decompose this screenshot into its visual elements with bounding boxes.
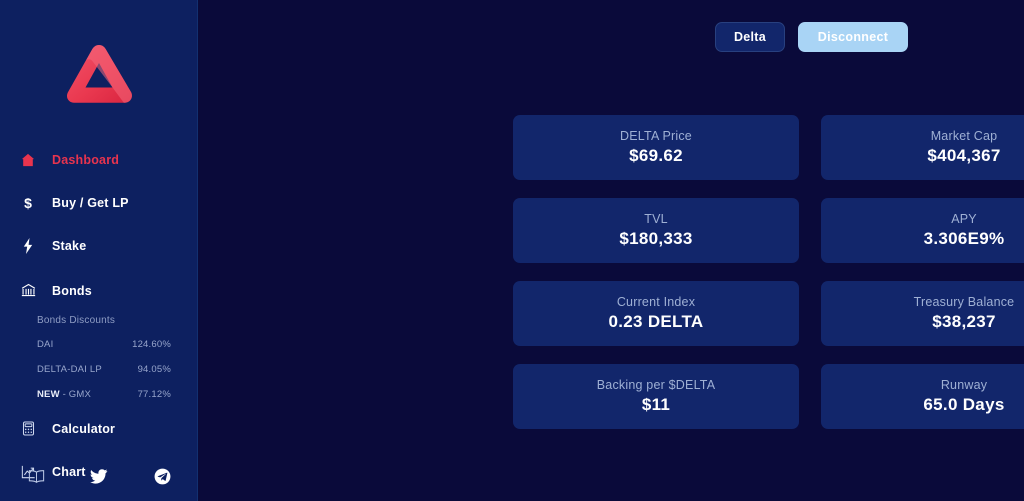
sidebar: Dashboard $ Buy / Get LP Stake Bonds Bon…: [0, 0, 198, 501]
metric-value: $404,367: [927, 146, 1001, 165]
bond-name-text: - GMX: [62, 389, 92, 400]
sidebar-item-label: Stake: [52, 238, 87, 253]
metric-label: APY: [951, 212, 977, 226]
metric-card-treasury-balance: Treasury Balance $38,237: [821, 281, 1024, 346]
metric-card-tvl: TVL $180,333: [513, 198, 799, 263]
delta-triangle-logo: [66, 44, 132, 103]
sidebar-item-buy-get-lp[interactable]: $ Buy / Get LP: [0, 188, 197, 217]
bank-icon: [18, 283, 38, 298]
sidebar-item-stake[interactable]: Stake: [0, 231, 197, 260]
bond-name: DELTA-DAI LP: [37, 364, 102, 375]
logo-container: [0, 0, 197, 145]
bond-discount: 94.05%: [137, 364, 171, 375]
sidebar-item-dashboard[interactable]: Dashboard: [0, 145, 197, 174]
metric-label: Runway: [940, 378, 988, 392]
metric-value: $69.62: [629, 146, 683, 165]
metric-value: 65.0 Days: [923, 395, 1005, 414]
app-root: Dashboard $ Buy / Get LP Stake Bonds Bon…: [0, 0, 1024, 501]
metric-value: 0.23 DELTA: [608, 312, 704, 331]
social-links: [0, 467, 198, 485]
bond-row[interactable]: DAI 124.60%: [37, 339, 177, 350]
topbar: Delta Disconnect: [715, 22, 908, 52]
bonds-discounts-heading: Bonds Discounts: [37, 315, 116, 326]
metric-card-backing-per-delta: Backing per $DELTA $11: [513, 364, 799, 429]
telegram-icon[interactable]: [153, 467, 171, 485]
home-icon: [18, 153, 38, 167]
sidebar-item-calculator[interactable]: Calculator: [0, 414, 197, 443]
bond-discount: 124.60%: [132, 339, 171, 350]
sidebar-item-bonds[interactable]: Bonds: [0, 276, 197, 305]
metric-label: DELTA Price: [620, 129, 692, 143]
metric-card-current-index: Current Index 0.23 DELTA: [513, 281, 799, 346]
metric-card-delta-price: DELTA Price $69.62: [513, 115, 799, 180]
sidebar-item-label: Dashboard: [52, 152, 120, 167]
sidebar-item-label: Calculator: [52, 421, 116, 436]
metric-value: $180,333: [619, 229, 693, 248]
bond-row[interactable]: DELTA-DAI LP 94.05%: [37, 364, 177, 375]
metrics-grid: DELTA Price $69.62 Market Cap $404,367 T…: [513, 115, 1024, 429]
metric-label: Market Cap: [930, 129, 998, 143]
calculator-icon: [18, 421, 38, 436]
metric-card-apy: APY 3.306E9%: [821, 198, 1024, 263]
metric-label: Treasury Balance: [913, 295, 1015, 309]
bond-row[interactable]: NEW - GMX 77.12%: [37, 389, 177, 400]
wallet-button[interactable]: Delta: [715, 22, 785, 52]
bonds-discounts-panel: Bonds Discounts DAI 124.60% DELTA-DAI LP…: [0, 305, 197, 400]
lightning-icon: [18, 237, 38, 254]
bond-discount: 77.12%: [137, 389, 171, 400]
metric-card-market-cap: Market Cap $404,367: [821, 115, 1024, 180]
svg-text:$: $: [24, 195, 32, 211]
main-content: Delta Disconnect DELTA Price $69.62 Mark…: [198, 0, 1024, 501]
disconnect-button[interactable]: Disconnect: [798, 22, 908, 52]
bond-name: NEW - GMX: [37, 389, 91, 400]
metric-card-runway: Runway 65.0 Days: [821, 364, 1024, 429]
metric-value: 3.306E9%: [923, 229, 1005, 248]
twitter-icon[interactable]: [90, 467, 108, 485]
metric-label: Current Index: [616, 295, 696, 309]
metric-label: Backing per $DELTA: [596, 378, 716, 392]
metric-value: $38,237: [932, 312, 996, 331]
dollar-icon: $: [18, 195, 38, 211]
sidebar-item-label: Buy / Get LP: [52, 195, 129, 210]
bond-new-badge: NEW: [37, 389, 60, 400]
metric-label: TVL: [644, 212, 668, 226]
metric-value: $11: [641, 395, 671, 414]
docs-book-icon[interactable]: [27, 467, 45, 485]
sidebar-nav: Dashboard $ Buy / Get LP Stake Bonds Bon…: [0, 145, 197, 486]
sidebar-item-label: Bonds: [52, 283, 92, 298]
bond-name: DAI: [37, 339, 54, 350]
